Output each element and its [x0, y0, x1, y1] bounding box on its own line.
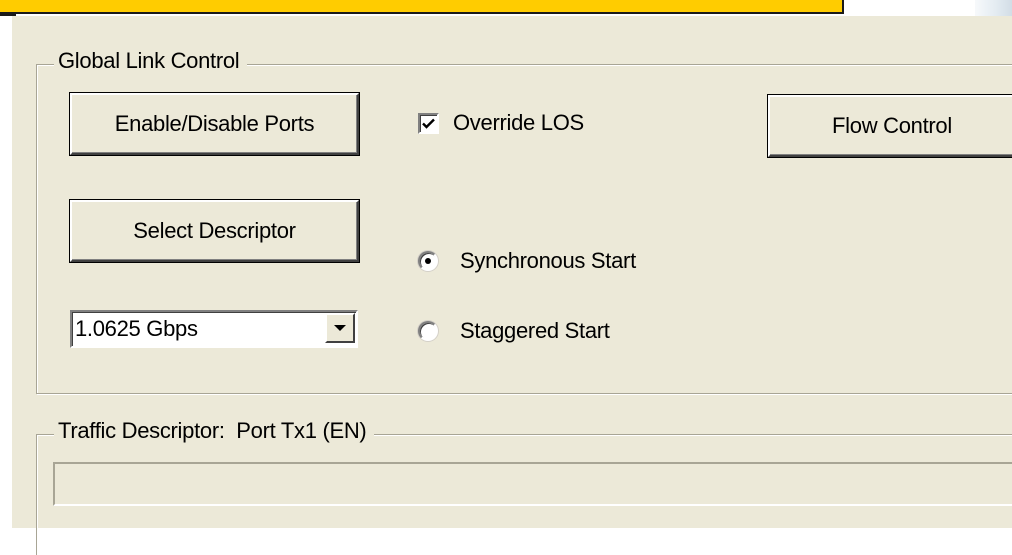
- enable-disable-ports-button[interactable]: Enable/Disable Ports: [70, 93, 359, 155]
- traffic-descriptor-port: Port Tx1 (EN): [236, 418, 367, 443]
- chevron-down-icon: [334, 325, 346, 331]
- speed-select-dropdown-button[interactable]: [325, 313, 355, 343]
- synchronous-start-label: Synchronous Start: [460, 248, 636, 273]
- traffic-descriptor-label: Traffic Descriptor:: [58, 418, 225, 443]
- synchronous-start-radio-circle[interactable]: [418, 251, 438, 271]
- staggered-start-radio-circle[interactable]: [418, 321, 438, 341]
- override-los-box[interactable]: [418, 112, 439, 134]
- global-link-control-title: Global Link Control: [54, 48, 248, 74]
- speed-select[interactable]: 1.0625 Gbps: [70, 310, 358, 348]
- staggered-start-radio[interactable]: Staggered Start: [418, 318, 610, 344]
- flow-control-label: Flow Control: [832, 113, 952, 138]
- settings-panel: Global Link Control Enable/Disable Ports…: [10, 16, 1012, 555]
- checkmark-icon: [422, 118, 435, 129]
- override-los-label: Override LOS: [453, 110, 584, 135]
- flow-control-button[interactable]: Flow Control: [768, 95, 1012, 157]
- radio-dot-icon: [425, 258, 431, 264]
- staggered-start-label: Staggered Start: [460, 318, 610, 343]
- select-descriptor-button[interactable]: Select Descriptor: [70, 200, 359, 262]
- select-descriptor-label: Select Descriptor: [133, 218, 296, 243]
- enable-disable-ports-label: Enable/Disable Ports: [114, 111, 315, 136]
- traffic-descriptor-field: [53, 462, 1012, 506]
- window-title-bar: [0, 0, 844, 14]
- speed-select-value: 1.0625 Gbps: [75, 316, 198, 341]
- override-los-checkbox[interactable]: Override LOS: [418, 110, 584, 136]
- synchronous-start-radio[interactable]: Synchronous Start: [418, 248, 636, 274]
- traffic-descriptor-title: Traffic Descriptor: Port Tx1 (EN): [54, 418, 375, 444]
